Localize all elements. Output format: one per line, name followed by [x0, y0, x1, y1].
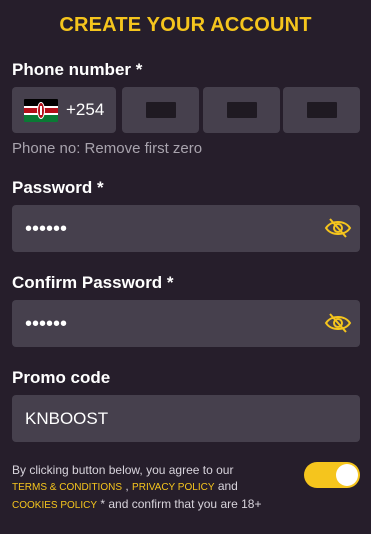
- cookies-policy-link[interactable]: COOKIES POLICY: [12, 500, 97, 511]
- digit-mask: [306, 102, 337, 118]
- country-code-value: +254: [66, 100, 105, 119]
- confirm-password-value: ••••••: [25, 312, 68, 335]
- confirm-password-input[interactable]: ••••••: [12, 300, 360, 347]
- promo-code-input[interactable]: KNBOOST: [12, 395, 360, 442]
- promo-code-value: KNBOOST: [25, 408, 109, 428]
- terms-and-text: and: [217, 479, 238, 493]
- phone-digits-input-3[interactable]: [283, 87, 360, 133]
- phone-hint: Phone no: Remove first zero: [12, 140, 203, 157]
- kenya-flag-icon: [24, 98, 58, 122]
- phone-number-label: Phone number *: [12, 60, 143, 79]
- terms-text-intro: By clicking button below, you agree to o…: [12, 463, 234, 477]
- digit-mask: [145, 102, 176, 118]
- toggle-knob: [336, 464, 358, 486]
- phone-digits-input-2[interactable]: [203, 87, 280, 133]
- password-label: Password *: [12, 178, 104, 197]
- promo-code-label: Promo code: [12, 368, 111, 387]
- confirm-password-label: Confirm Password *: [12, 273, 174, 292]
- digit-mask: [226, 102, 257, 118]
- password-value: ••••••: [25, 217, 68, 240]
- privacy-policy-link[interactable]: PRIVACY POLICY: [132, 482, 214, 493]
- page-title: CREATE YOUR ACCOUNT: [59, 14, 312, 36]
- phone-digits-input-1[interactable]: [122, 87, 199, 133]
- terms-separator: ,: [125, 479, 129, 493]
- terms-conditions-link[interactable]: TERMS & CONDITIONS: [12, 482, 122, 493]
- country-code-selector[interactable]: +254: [12, 87, 116, 133]
- terms-notice: By clicking button below, you agree to o…: [12, 462, 292, 514]
- terms-text-confirm: * and confirm that you are 18+: [100, 497, 262, 511]
- eye-slash-icon[interactable]: [324, 311, 352, 335]
- password-input[interactable]: ••••••: [12, 205, 360, 252]
- terms-agree-toggle[interactable]: [304, 462, 360, 488]
- eye-slash-icon[interactable]: [324, 216, 352, 240]
